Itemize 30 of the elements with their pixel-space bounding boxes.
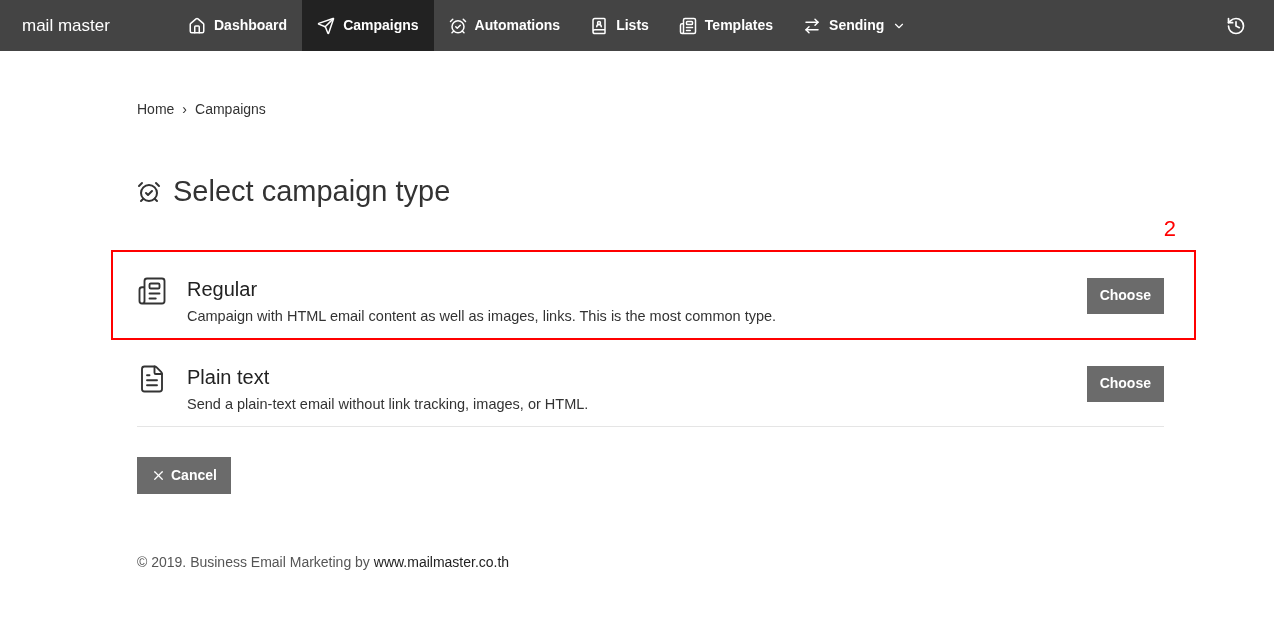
- nav-tab[interactable]: Lists: [575, 0, 664, 51]
- newspaper-icon: [137, 275, 167, 306]
- alarm-clock-icon: [137, 179, 161, 204]
- option-description: Send a plain-text email without link tracking, images, or HTML.: [187, 394, 590, 414]
- footer-text: © 2019. Business Email Marketing by: [137, 552, 371, 572]
- breadcrumb-link[interactable]: Home: [137, 99, 175, 120]
- nav-tab[interactable]: Templates: [663, 0, 789, 51]
- alarm-clock-icon: [448, 16, 467, 35]
- newspaper-icon: [678, 16, 697, 35]
- option-title: Plain text: [187, 364, 271, 390]
- contact-book-icon: [590, 16, 609, 35]
- paper-plane-icon: [317, 16, 336, 35]
- footer-link[interactable]: www.mailmaster.co.th: [373, 551, 510, 573]
- nav-tab[interactable]: Dashboard: [173, 0, 303, 51]
- history-icon[interactable]: [1226, 15, 1246, 36]
- cancel-button[interactable]: Cancel: [137, 456, 231, 494]
- choose-button[interactable]: Choose: [1086, 277, 1164, 314]
- nav-tab[interactable]: Campaigns: [302, 0, 434, 51]
- option-title: Regular: [187, 276, 259, 302]
- nav-tab[interactable]: Sending: [788, 0, 922, 51]
- nav-tab[interactable]: Automations: [433, 0, 576, 51]
- annotation-number: 2: [1163, 214, 1176, 243]
- breadcrumb-link[interactable]: Campaigns: [195, 99, 266, 120]
- home-icon: [188, 16, 206, 35]
- logo[interactable]: mail master: [22, 12, 173, 39]
- page-title: Select campaign type: [173, 174, 451, 209]
- swap-arrows-icon: [803, 16, 822, 35]
- breadcrumb-separator: ›: [182, 100, 188, 119]
- choose-button[interactable]: Choose: [1086, 365, 1164, 402]
- option-description: Campaign with HTML email content as well as images, links. This is the most common type.: [187, 306, 778, 326]
